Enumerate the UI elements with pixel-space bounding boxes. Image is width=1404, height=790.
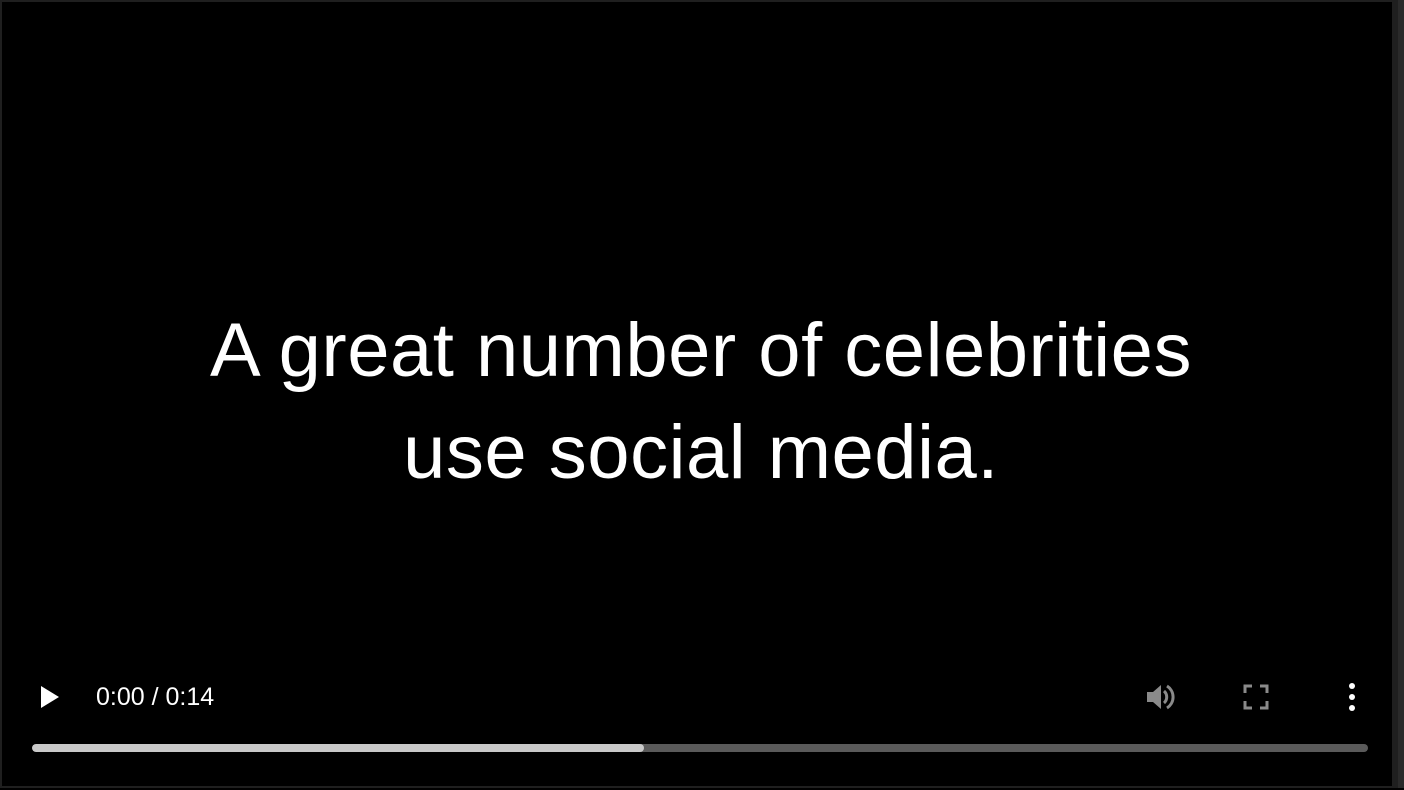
duration: 0:14	[165, 683, 215, 711]
more-vertical-icon	[1349, 683, 1355, 711]
volume-icon	[1147, 684, 1175, 710]
video-controls-bar: 0:00 / 0:14	[2, 662, 1400, 790]
buffered-progress	[32, 744, 644, 752]
caption-line-1: A great number of celebrities	[210, 308, 1192, 393]
play-icon	[41, 686, 59, 708]
video-player[interactable]: A great number of celebrities use social…	[0, 0, 1398, 788]
video-frame-caption: A great number of celebrities use social…	[2, 300, 1400, 504]
play-button[interactable]	[32, 680, 66, 714]
fullscreen-button[interactable]	[1240, 681, 1272, 713]
time-display: 0:00 / 0:14	[96, 680, 214, 714]
fullscreen-icon	[1243, 684, 1269, 710]
volume-button[interactable]	[1142, 679, 1178, 715]
more-options-button[interactable]	[1336, 679, 1368, 715]
window-edge	[1398, 0, 1404, 788]
time-separator: /	[144, 683, 166, 711]
seek-bar[interactable]	[32, 744, 1368, 752]
current-time: 0:00	[96, 683, 145, 711]
caption-line-2: use social media.	[403, 410, 999, 495]
